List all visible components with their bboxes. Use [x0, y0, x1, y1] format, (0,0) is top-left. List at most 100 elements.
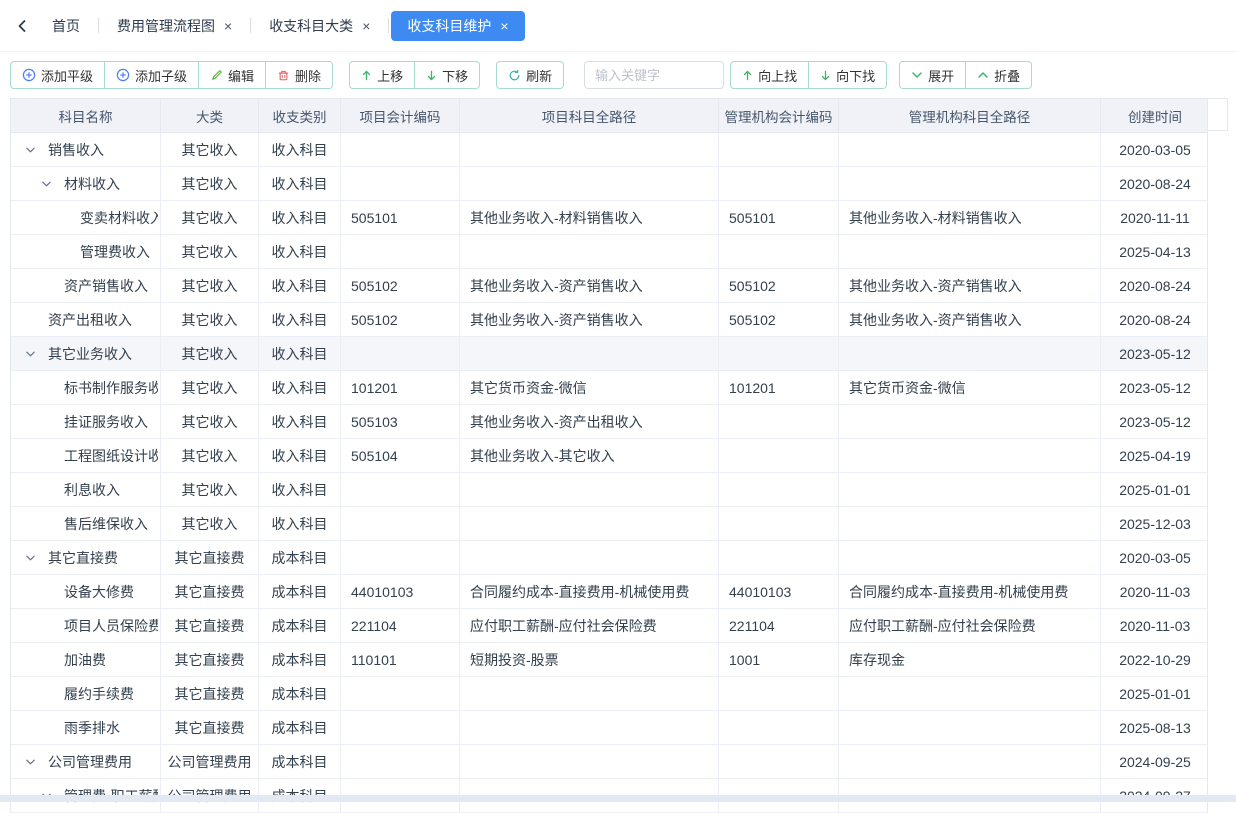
expand-arrow-icon [25, 350, 36, 358]
column-header-proj-code: 项目会计编码 [341, 99, 460, 132]
tab-close-icon[interactable]: × [224, 19, 232, 33]
table-row[interactable]: 项目人员保险费其它直接费成本科目221104应付职工薪酬-应付社会保险费2211… [11, 609, 1207, 643]
tab-label: 收支科目大类 [269, 16, 353, 36]
table-header-row: 科目名称 大类 收支类别 项目会计编码 项目科目全路径 管理机构会计编码 管理机… [11, 99, 1207, 133]
add-sibling-button[interactable]: 添加平级 [10, 61, 105, 89]
move-up-button[interactable]: 上移 [349, 61, 415, 89]
tab-separator [388, 18, 389, 33]
expand-toggle[interactable] [23, 350, 38, 358]
cell-proj-code: 505101 [341, 201, 460, 234]
table-row[interactable]: 挂证服务收入其它收入收入科目505103其他业务收入-资产出租收入2023-05… [11, 405, 1207, 439]
table-row[interactable]: 材料收入其它收入收入科目2020-08-24 [11, 167, 1207, 201]
table-row[interactable]: 公司管理费用公司管理费用成本科目2024-09-25 [11, 745, 1207, 779]
cell-org-path [839, 405, 1101, 438]
button-label: 下移 [442, 66, 468, 85]
table-row[interactable]: 售后维保收入其它收入收入科目2025-12-03 [11, 507, 1207, 541]
table-row[interactable]: 其它直接费其它直接费成本科目2020-03-05 [11, 541, 1207, 575]
table-row[interactable]: 资产销售收入其它收入收入科目505102其他业务收入-资产销售收入505102其… [11, 269, 1207, 303]
cell-subject-name: 材料收入 [11, 167, 161, 200]
move-button-group: 上移 下移 [349, 61, 480, 89]
find-down-button[interactable]: 向下找 [808, 61, 887, 89]
tab-subject-category[interactable]: 收支科目大类 × [253, 11, 386, 41]
table-row[interactable]: 变卖材料收入其它收入收入科目505101其他业务收入-材料销售收入505101其… [11, 201, 1207, 235]
cell-category: 其它收入 [161, 371, 259, 404]
expand-all-button[interactable]: 展开 [899, 61, 966, 89]
cell-category: 其它收入 [161, 337, 259, 370]
cell-proj-code: 221104 [341, 609, 460, 642]
cell-created: 2020-11-03 [1101, 575, 1209, 608]
subject-name-text: 变卖材料收入 [80, 208, 158, 228]
cell-category: 其它直接费 [161, 643, 259, 676]
cell-proj-path: 短期投资-股票 [460, 643, 719, 676]
tab-home[interactable]: 首页 [36, 11, 96, 41]
cell-type: 成本科目 [259, 711, 341, 744]
table-row[interactable]: 资产出租收入其它收入收入科目505102其他业务收入-资产销售收入505102其… [11, 303, 1207, 337]
expand-arrow-icon [25, 554, 36, 562]
cell-org-code: 505102 [719, 269, 839, 302]
expand-toggle[interactable] [23, 758, 38, 766]
cell-org-path [839, 133, 1101, 166]
table-row[interactable]: 工程图纸设计收入其它收入收入科目505104其他业务收入-其它收入2025-04… [11, 439, 1207, 473]
cell-org-code [719, 507, 839, 540]
cell-category: 其它收入 [161, 133, 259, 166]
cell-category: 其它收入 [161, 439, 259, 472]
search-input[interactable] [584, 61, 724, 89]
table-row[interactable]: 其它业务收入其它收入收入科目2023-05-12 [11, 337, 1207, 371]
edit-button[interactable]: 编辑 [198, 61, 266, 89]
cell-org-path [839, 745, 1101, 778]
tab-expense-flowchart[interactable]: 费用管理流程图 × [101, 11, 248, 41]
tab-subject-maintenance[interactable]: 收支科目维护 × [391, 11, 524, 41]
refresh-icon [508, 69, 521, 82]
table-row[interactable]: 雨季排水其它直接费成本科目2025-08-13 [11, 711, 1207, 745]
cell-category: 其它收入 [161, 473, 259, 506]
table-row[interactable]: 加油费其它直接费成本科目110101短期投资-股票1001库存现金2022-10… [11, 643, 1207, 677]
tab-close-icon[interactable]: × [362, 19, 370, 33]
collapse-all-button[interactable]: 折叠 [965, 61, 1032, 89]
cell-org-path [839, 677, 1101, 710]
cell-type: 成本科目 [259, 643, 341, 676]
cell-category: 其它收入 [161, 507, 259, 540]
cell-proj-code [341, 507, 460, 540]
cell-created: 2025-12-03 [1101, 507, 1209, 540]
cell-org-path [839, 167, 1101, 200]
expand-toggle[interactable] [39, 180, 54, 188]
cell-category: 其它收入 [161, 405, 259, 438]
cell-org-path: 其他业务收入-资产销售收入 [839, 269, 1101, 302]
button-label: 添加子级 [135, 66, 187, 85]
cell-org-code [719, 405, 839, 438]
refresh-button[interactable]: 刷新 [496, 61, 564, 89]
cell-subject-name: 变卖材料收入 [11, 201, 161, 234]
cell-org-code [719, 745, 839, 778]
add-child-button[interactable]: 添加子级 [104, 61, 199, 89]
cell-proj-code [341, 337, 460, 370]
table-row[interactable]: 管理费收入其它收入收入科目2025-04-13 [11, 235, 1207, 269]
horizontal-scrollbar[interactable] [0, 795, 1236, 802]
cell-created: 2025-04-13 [1101, 235, 1209, 268]
expand-toggle[interactable] [23, 554, 38, 562]
table-row[interactable]: 设备大修费其它直接费成本科目44010103合同履约成本-直接费用-机械使用费4… [11, 575, 1207, 609]
table-row[interactable]: 销售收入其它收入收入科目2020-03-05 [11, 133, 1207, 167]
cell-created: 2020-11-03 [1101, 609, 1209, 642]
table-row[interactable]: 标书制作服务收入其它收入收入科目101201其它货币资金-微信101201其它货… [11, 371, 1207, 405]
cell-proj-path: 其他业务收入-材料销售收入 [460, 201, 719, 234]
subject-name-text: 公司管理费用 [48, 752, 132, 772]
cell-subject-name: 履约手续费 [11, 677, 161, 710]
cell-proj-path: 其它货币资金-微信 [460, 371, 719, 404]
tab-label: 收支科目维护 [407, 16, 491, 36]
cell-proj-code: 101201 [341, 371, 460, 404]
move-down-button[interactable]: 下移 [414, 61, 480, 89]
tab-close-icon[interactable]: × [500, 19, 508, 33]
expand-toggle[interactable] [23, 146, 38, 154]
cell-category: 其它直接费 [161, 609, 259, 642]
cell-proj-path: 应付职工薪酬-应付社会保险费 [460, 609, 719, 642]
table-row[interactable]: 履约手续费其它直接费成本科目2025-01-01 [11, 677, 1207, 711]
back-button[interactable] [8, 12, 36, 40]
table-row[interactable]: 利息收入其它收入收入科目2025-01-01 [11, 473, 1207, 507]
button-label: 上移 [377, 66, 403, 85]
cell-org-code: 101201 [719, 371, 839, 404]
find-up-button[interactable]: 向上找 [730, 61, 809, 89]
cell-org-path: 合同履约成本-直接费用-机械使用费 [839, 575, 1101, 608]
cell-type: 收入科目 [259, 167, 341, 200]
delete-button[interactable]: 删除 [265, 61, 333, 89]
chevron-down-icon [911, 71, 923, 79]
